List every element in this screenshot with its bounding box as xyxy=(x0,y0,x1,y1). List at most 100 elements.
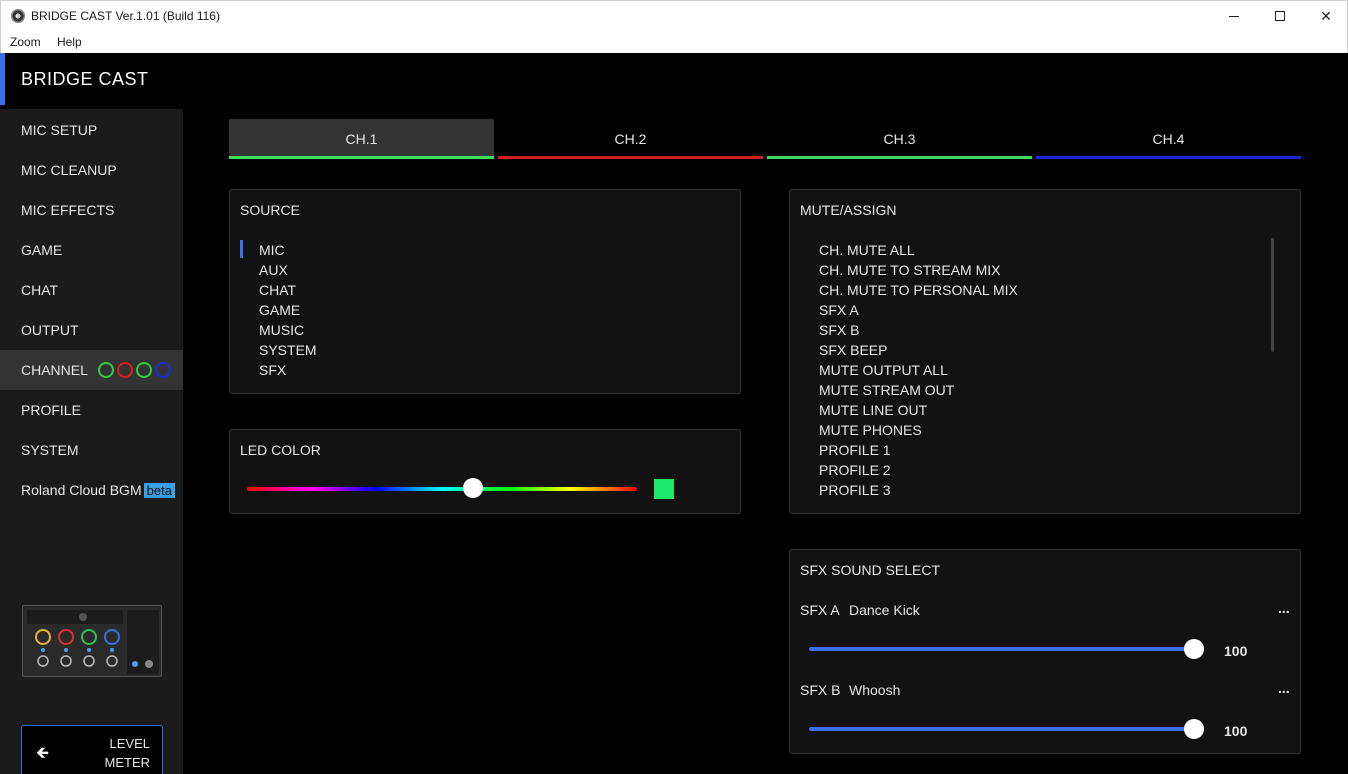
level-meter-button[interactable]: 🡸 LEVEL METER xyxy=(21,725,163,774)
sidebar-item-label: GAME xyxy=(21,242,63,258)
sfx-a-volume-value: 100 xyxy=(1224,643,1248,659)
sfx-b-volume-thumb[interactable] xyxy=(1184,719,1204,739)
source-option-game[interactable]: GAME xyxy=(259,302,300,318)
led-hue-slider-thumb[interactable] xyxy=(463,478,484,498)
menu-zoom[interactable]: Zoom xyxy=(10,35,41,49)
source-panel: SOURCE MIC AUX CHAT GAME MUSIC SYSTEM SF… xyxy=(229,189,741,394)
tab-label: CH.2 xyxy=(614,131,647,147)
app-icon xyxy=(11,9,25,23)
source-selected-marker xyxy=(240,240,243,258)
sidebar-item-label: MIC CLEANUP xyxy=(21,162,117,178)
close-button[interactable]: ✕ xyxy=(1303,1,1348,31)
sfx-sound-select-title: SFX SOUND SELECT xyxy=(800,562,941,578)
tab-label: CH.1 xyxy=(345,131,378,147)
source-option-aux[interactable]: AUX xyxy=(259,262,288,278)
sidebar-item-label: SYSTEM xyxy=(21,442,79,458)
led-color-panel: LED COLOR xyxy=(229,429,741,514)
mute-assign-option[interactable]: CH. MUTE ALL xyxy=(819,242,915,258)
mute-assign-option[interactable]: CH. MUTE TO PERSONAL MIX xyxy=(819,282,1018,298)
mute-assign-title: MUTE/ASSIGN xyxy=(800,202,897,218)
mute-assign-option[interactable]: SFX A xyxy=(819,302,859,318)
mute-assign-option[interactable]: CH. MUTE TO STREAM MIX xyxy=(819,262,1001,278)
sidebar-item-label: PROFILE xyxy=(21,402,81,418)
device-image xyxy=(22,605,162,677)
tab-label: CH.3 xyxy=(883,131,916,147)
led-color-swatch[interactable] xyxy=(654,479,674,499)
tab-ch2[interactable]: CH.2 xyxy=(498,119,763,159)
sfx-a-label: SFX A xyxy=(800,602,840,618)
mute-assign-option[interactable]: SFX B xyxy=(819,322,859,338)
maximize-icon xyxy=(1275,11,1285,21)
sidebar-item-label: OUTPUT xyxy=(21,322,79,338)
sidebar-item-label: MIC SETUP xyxy=(21,122,98,138)
sidebar-item-channel[interactable]: CHANNEL xyxy=(0,350,183,390)
tab-label: CH.4 xyxy=(1152,131,1185,147)
brand-header: BRIDGE CAST xyxy=(0,53,1348,109)
mute-assign-scrollbar[interactable] xyxy=(1271,238,1274,352)
mute-assign-option[interactable]: MUTE LINE OUT xyxy=(819,402,927,418)
beta-badge: beta xyxy=(143,482,175,498)
channel-2-circle-icon xyxy=(116,362,133,378)
mute-assign-option[interactable]: MUTE OUTPUT ALL xyxy=(819,362,948,378)
mute-assign-option[interactable]: MUTE PHONES xyxy=(819,422,922,438)
close-icon: ✕ xyxy=(1320,7,1332,24)
source-option-music[interactable]: MUSIC xyxy=(259,322,304,338)
sfx-a-more-button[interactable]: ... xyxy=(1278,600,1290,616)
sfx-b-volume-track[interactable] xyxy=(809,727,1194,731)
sfx-sound-select-panel: SFX SOUND SELECT SFX A Dance Kick ... 10… xyxy=(789,549,1301,754)
device-illustration xyxy=(23,606,161,676)
sfx-b-volume-value: 100 xyxy=(1224,723,1248,739)
channel-3-circle-icon xyxy=(135,362,152,378)
sidebar-item-label: MIC EFFECTS xyxy=(21,202,115,218)
led-hue-slider-track[interactable] xyxy=(247,487,637,491)
mute-assign-option[interactable]: MUTE STREAM OUT xyxy=(819,382,954,398)
sidebar-item-profile[interactable]: PROFILE xyxy=(0,390,183,430)
sidebar-item-label: CHANNEL xyxy=(21,362,88,378)
sfx-a-volume-track[interactable] xyxy=(809,647,1194,651)
sidebar-item-output[interactable]: OUTPUT xyxy=(0,310,183,350)
source-option-chat[interactable]: CHAT xyxy=(259,282,296,298)
sidebar-item-mic-setup[interactable]: MIC SETUP xyxy=(0,110,183,150)
sidebar-item-game[interactable]: GAME xyxy=(0,230,183,270)
maximize-button[interactable] xyxy=(1257,1,1303,31)
tab-ch3[interactable]: CH.3 xyxy=(767,119,1032,159)
title-bar: BRIDGE CAST Ver.1.01 (Build 116) ✕ xyxy=(0,0,1348,30)
app-title: BRIDGE CAST xyxy=(21,69,149,89)
sidebar-item-mic-effects[interactable]: MIC EFFECTS xyxy=(0,190,183,230)
sidebar-item-mic-cleanup[interactable]: MIC CLEANUP xyxy=(0,150,183,190)
mute-assign-option[interactable]: SFX BEEP xyxy=(819,342,887,358)
minimize-icon xyxy=(1229,15,1239,17)
sidebar-item-chat[interactable]: CHAT xyxy=(0,270,183,310)
mute-assign-option[interactable]: PROFILE 1 xyxy=(819,442,891,458)
tab-ch4[interactable]: CH.4 xyxy=(1036,119,1301,159)
source-option-mic[interactable]: MIC xyxy=(259,242,285,258)
mute-assign-option[interactable]: PROFILE 2 xyxy=(819,462,891,478)
sfx-a-volume-thumb[interactable] xyxy=(1184,639,1204,659)
minimize-button[interactable] xyxy=(1211,1,1257,31)
sfx-b-more-button[interactable]: ... xyxy=(1278,680,1290,696)
sidebar: MIC SETUP MIC CLEANUP MIC EFFECTS GAME C… xyxy=(0,109,183,774)
sfx-a-sound-name: Dance Kick xyxy=(849,602,920,618)
channel-4-circle-icon xyxy=(154,362,171,378)
source-title: SOURCE xyxy=(240,202,300,218)
sidebar-item-label: Roland Cloud BGM xyxy=(21,482,142,498)
menu-help[interactable]: Help xyxy=(57,35,82,49)
sidebar-item-label: CHAT xyxy=(21,282,59,298)
app-window: BRIDGE CAST MIC SETUP MIC CLEANUP MIC EF… xyxy=(0,53,1348,774)
tab-ch1[interactable]: CH.1 xyxy=(229,119,494,159)
mute-assign-panel: MUTE/ASSIGN CH. MUTE ALL CH. MUTE TO STR… xyxy=(789,189,1301,514)
source-option-sfx[interactable]: SFX xyxy=(259,362,286,378)
source-option-system[interactable]: SYSTEM xyxy=(259,342,317,358)
channel-1-circle-icon xyxy=(97,362,114,378)
arrow-left-icon: 🡸 xyxy=(36,745,49,762)
sidebar-item-system[interactable]: SYSTEM xyxy=(0,430,183,470)
menu-bar: Zoom Help xyxy=(0,30,1348,53)
mute-assign-option[interactable]: PROFILE 3 xyxy=(819,482,891,498)
sidebar-item-roland-cloud-bgm[interactable]: Roland Cloud BGM beta xyxy=(0,470,183,510)
brand-accent-bar xyxy=(0,53,5,105)
tab-underline xyxy=(1036,156,1301,159)
sfx-b-sound-name: Whoosh xyxy=(849,682,901,698)
sfx-b-label: SFX B xyxy=(800,682,841,698)
level-meter-label: LEVEL METER xyxy=(104,736,151,770)
channel-color-indicators xyxy=(97,362,171,378)
